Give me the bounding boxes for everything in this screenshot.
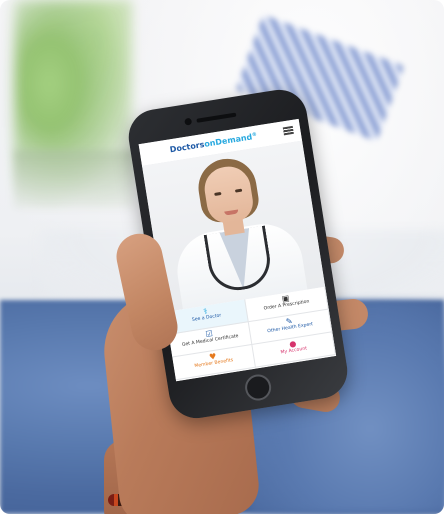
home-button[interactable] — [243, 372, 274, 403]
blurred-vase — [14, 150, 134, 208]
hamburger-menu-icon[interactable] — [282, 125, 294, 136]
front-camera-icon — [184, 117, 193, 126]
earpiece — [196, 112, 237, 123]
photo-scene: DoctorsonDemand® ⚕ See a Doctor ▣ Order … — [0, 0, 444, 514]
logo-part-doctors: Doctors — [169, 139, 206, 155]
logo-part-ondemand: onDemand — [203, 132, 253, 149]
logo-mark: ® — [251, 131, 258, 139]
